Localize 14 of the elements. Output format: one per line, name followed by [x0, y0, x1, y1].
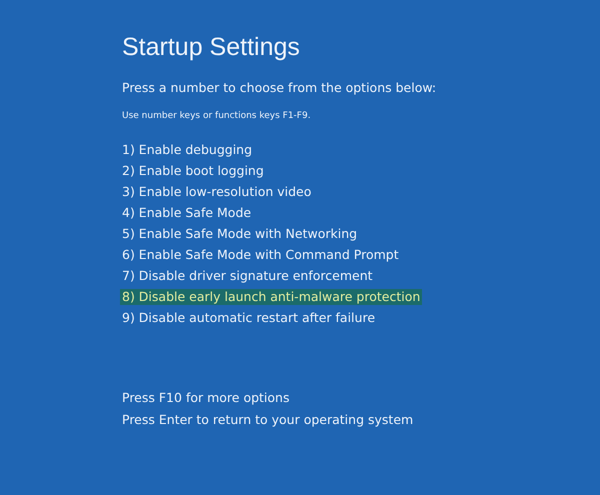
instruction-text: Press a number to choose from the options below:: [122, 80, 436, 95]
menu-option[interactable]: 9) Disable automatic restart after failure: [120, 310, 378, 326]
menu-option[interactable]: 2) Enable boot logging: [120, 163, 266, 179]
menu-option[interactable]: 6) Enable Safe Mode with Command Prompt: [120, 247, 401, 263]
menu-option[interactable]: 7) Disable driver signature enforcement: [120, 268, 375, 284]
hint-text: Use number keys or functions keys F1-F9.: [122, 111, 311, 121]
menu-option[interactable]: 5) Enable Safe Mode with Networking: [120, 226, 360, 242]
menu-option[interactable]: 1) Enable debugging: [120, 142, 254, 158]
menu-option[interactable]: 4) Enable Safe Mode: [120, 205, 254, 221]
footer-text: Press Enter to return to your operating system: [122, 412, 414, 428]
screen-title: Startup Settings: [122, 32, 300, 63]
footer-text: Press F10 for more options: [122, 390, 290, 406]
menu-option[interactable]: 3) Enable low-resolution video: [120, 184, 314, 200]
menu-option[interactable]: 8) Disable early launch anti-malware protection: [120, 289, 422, 305]
